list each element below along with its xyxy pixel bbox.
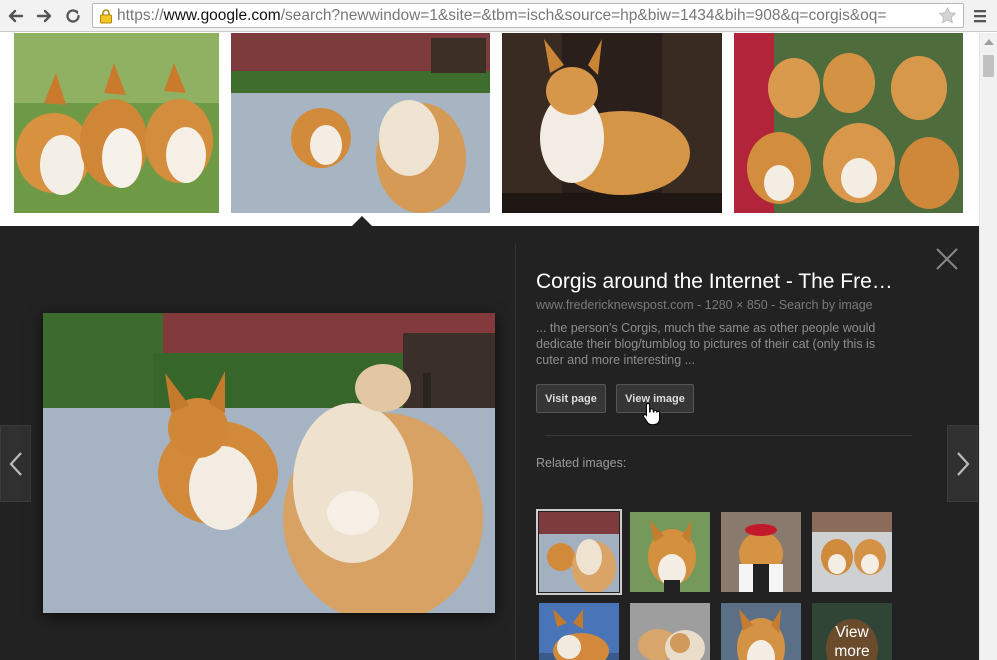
close-icon[interactable] bbox=[934, 246, 960, 272]
result-image-corgi-door[interactable] bbox=[502, 33, 722, 213]
chevron-left-icon bbox=[9, 451, 22, 476]
scroll-up-arrow[interactable] bbox=[984, 39, 994, 45]
related-image-7[interactable] bbox=[721, 603, 801, 660]
preview-image[interactable] bbox=[43, 313, 495, 613]
scrollbar-thumb[interactable] bbox=[983, 55, 994, 77]
back-icon bbox=[8, 9, 24, 23]
vertical-scrollbar[interactable] bbox=[979, 33, 997, 660]
results-page: Corgis around the Internet - The Fre… ww… bbox=[0, 33, 979, 660]
preview-title[interactable]: Corgis around the Internet - The Fre… bbox=[536, 270, 916, 294]
address-bar[interactable]: https://www.google.com/search?newwindow=… bbox=[92, 3, 964, 28]
url-host: www.google.com bbox=[163, 6, 281, 24]
section-divider bbox=[545, 435, 912, 436]
forward-button[interactable] bbox=[32, 4, 56, 28]
related-image-5[interactable] bbox=[539, 603, 619, 660]
back-button[interactable] bbox=[4, 4, 28, 28]
panel-divider bbox=[515, 244, 516, 660]
previous-image-button[interactable] bbox=[0, 425, 31, 502]
related-images-label: Related images: bbox=[536, 456, 627, 470]
preview-description: ... the person's Corgis, much the same a… bbox=[536, 321, 876, 367]
menu-icon bbox=[974, 10, 986, 23]
url-scheme: https:// bbox=[117, 6, 164, 24]
preview-meta: www.fredericknewspost.com - 1280 × 850 -… bbox=[536, 298, 873, 312]
view-more-line-1: View bbox=[835, 624, 869, 641]
menu-button[interactable] bbox=[968, 4, 992, 28]
chevron-right-icon bbox=[956, 451, 969, 476]
forward-icon bbox=[36, 9, 52, 23]
star-icon[interactable] bbox=[938, 6, 957, 25]
related-image-1[interactable] bbox=[536, 509, 622, 595]
related-image-2[interactable] bbox=[630, 512, 710, 592]
image-preview-panel: Corgis around the Internet - The Fre… ww… bbox=[0, 226, 979, 660]
browser-toolbar: https://www.google.com/search?newwindow=… bbox=[0, 0, 997, 32]
url-path: /search?newwindow=1&site=&tbm=isch&sourc… bbox=[280, 6, 887, 24]
hand-cursor-icon bbox=[643, 402, 660, 426]
related-image-4[interactable] bbox=[812, 512, 892, 592]
reload-icon bbox=[66, 9, 80, 23]
result-image-many-corgis[interactable] bbox=[734, 33, 963, 213]
result-image-two-corgis-patio[interactable] bbox=[231, 33, 490, 213]
result-image-three-corgis[interactable] bbox=[14, 33, 219, 213]
lock-icon bbox=[100, 8, 112, 23]
next-image-button[interactable] bbox=[947, 425, 978, 502]
related-image-3[interactable] bbox=[721, 512, 801, 592]
view-more-label: View more bbox=[812, 623, 892, 660]
url-text: https://www.google.com/search?newwindow=… bbox=[117, 7, 886, 25]
related-image-6[interactable] bbox=[630, 603, 710, 660]
visit-page-button[interactable]: Visit page bbox=[536, 384, 606, 413]
view-more-line-2: more bbox=[834, 643, 870, 660]
view-more-related-button[interactable]: View more bbox=[812, 603, 892, 660]
reload-button[interactable] bbox=[61, 4, 85, 28]
